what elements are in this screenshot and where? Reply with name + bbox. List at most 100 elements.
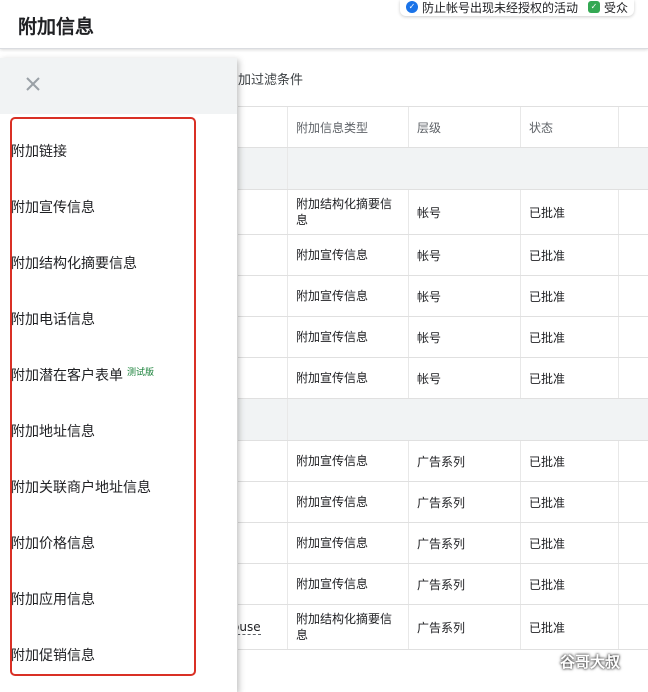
- table-row: 附加宣传信息 广告系列 已批准: [238, 482, 648, 523]
- table-row: 附加宣传信息 广告系列 已批准: [238, 441, 648, 482]
- extension-text-cell[interactable]: [238, 564, 288, 604]
- level-cell: 广告系列: [409, 441, 521, 481]
- status-cell: 已批准: [521, 523, 619, 563]
- extension-type-cell: 附加结构化摘要信息: [288, 605, 409, 649]
- extension-text-cell[interactable]: [238, 441, 288, 481]
- extension-type-cell: 附加宣传信息: [288, 482, 409, 522]
- notice-bar: ✓ 防止帐号出现未经授权的活动 ✓ 受众: [400, 0, 635, 16]
- extension-text-cell[interactable]: [238, 317, 288, 357]
- menu-item-label: 附加地址信息: [11, 424, 95, 440]
- extension-type-cell: 附加宣传信息: [288, 235, 409, 275]
- extension-text-cell[interactable]: [238, 523, 288, 563]
- extension-text-cell[interactable]: [238, 235, 288, 275]
- level-cell: 帐号: [409, 190, 521, 234]
- column-header-type[interactable]: 附加信息类型: [288, 107, 409, 147]
- extension-text-cell[interactable]: [238, 482, 288, 522]
- add-extension-dropdown: 附加链接附加宣传信息附加结构化摘要信息附加电话信息附加潜在客户表单 测试版附加地址…: [0, 58, 237, 692]
- level-cell: 广告系列: [409, 564, 521, 604]
- extension-type-cell: 附加宣传信息: [288, 523, 409, 563]
- status-cell: 已批准: [521, 564, 619, 604]
- check-square-icon: ✓: [588, 1, 601, 13]
- status-cell: 已批准: [521, 482, 619, 522]
- extensions-table: 附加信息类型 层级 状态 s附加结构化摘要信息帐号已批准附加宣传信息帐号已批准附…: [238, 106, 648, 692]
- extra-cell: [619, 523, 648, 563]
- filter-bar: 加过滤条件: [238, 50, 648, 106]
- menu-item-extension-type[interactable]: 附加电话信息: [11, 309, 95, 329]
- status-cell: 已批准: [521, 358, 619, 398]
- column-header-4: [619, 107, 648, 147]
- menu-item-label: 附加价格信息: [11, 536, 95, 552]
- extension-type-cell: 附加宣传信息: [288, 564, 409, 604]
- table-row: 附加宣传信息 帐号 已批准: [238, 235, 648, 276]
- table-body: s附加结构化摘要信息帐号已批准附加宣传信息帐号已批准附加宣传信息帐号已批准附加宣…: [238, 148, 648, 650]
- column-header-0: [238, 107, 288, 147]
- extension-type-cell: 附加宣传信息: [288, 441, 409, 481]
- menu-item-label: 附加关联商户地址信息: [11, 480, 151, 496]
- status-cell: 已批准: [521, 317, 619, 357]
- group-cell: [238, 148, 288, 189]
- menu-item-extension-type[interactable]: 附加促销信息: [11, 645, 95, 665]
- menu-item-extension-type[interactable]: 附加应用信息: [11, 589, 95, 609]
- notice-security[interactable]: ✓ 防止帐号出现未经授权的活动: [406, 0, 578, 16]
- menu-item-extension-type[interactable]: 附加价格信息: [11, 533, 95, 553]
- level-cell: 帐号: [409, 235, 521, 275]
- table-group-row: [238, 148, 648, 190]
- group-cell: [238, 399, 288, 440]
- group-cell: [521, 148, 619, 189]
- group-cell: [619, 148, 648, 189]
- table-row: 附加宣传信息 帐号 已批准: [238, 358, 648, 399]
- notice-audience[interactable]: ✓ 受众: [588, 0, 628, 16]
- wechat-icon: [531, 651, 555, 671]
- watermark: 谷哥大叔: [530, 650, 620, 672]
- level-cell: 广告系列: [409, 482, 521, 522]
- extension-text-cell[interactable]: s: [238, 190, 288, 234]
- extension-type-cell: 附加宣传信息: [288, 317, 409, 357]
- watermark-text: 谷哥大叔: [560, 652, 621, 671]
- table-row: ouse 附加结构化摘要信息广告系列已批准: [238, 605, 648, 650]
- group-cell: [619, 399, 648, 440]
- close-icon[interactable]: [24, 75, 42, 93]
- menu-item-extension-type[interactable]: 附加地址信息: [11, 421, 95, 441]
- extra-cell: [619, 358, 648, 398]
- status-cell: 已批准: [521, 276, 619, 316]
- table-row: 附加宣传信息 广告系列 已批准: [238, 523, 648, 564]
- extension-text-cell[interactable]: ouse: [238, 605, 288, 649]
- table-row: s附加结构化摘要信息帐号已批准: [238, 190, 648, 235]
- page-title: 附加信息: [18, 16, 95, 38]
- column-header-level[interactable]: 层级: [409, 107, 521, 147]
- table-group-row: [238, 399, 648, 441]
- menu-item-label: 附加宣传信息: [11, 200, 95, 216]
- level-cell: 广告系列: [409, 523, 521, 563]
- extra-cell: [619, 564, 648, 604]
- extra-cell: [619, 317, 648, 357]
- group-cell: [288, 399, 409, 440]
- table-row: 附加宣传信息 广告系列 已批准: [238, 564, 648, 605]
- extra-cell: [619, 276, 648, 316]
- extension-type-cell: 附加结构化摘要信息: [288, 190, 409, 234]
- column-header-status[interactable]: 状态: [521, 107, 619, 147]
- notice-audience-label: 受众: [604, 0, 629, 15]
- check-circle-icon: ✓: [406, 1, 418, 13]
- menu-item-extension-type[interactable]: 附加宣传信息: [11, 197, 95, 217]
- add-filter-button[interactable]: 加过滤条件: [238, 69, 303, 88]
- menu-item-extension-type[interactable]: 附加潜在客户表单 测试版: [11, 365, 154, 385]
- group-cell: [521, 399, 619, 440]
- menu-item-extension-type[interactable]: 附加结构化摘要信息: [11, 253, 137, 273]
- extension-text-cell[interactable]: [238, 276, 288, 316]
- extra-cell: [619, 482, 648, 522]
- menu-item-extension-type[interactable]: 附加链接: [11, 141, 67, 161]
- dropdown-header: [0, 58, 237, 114]
- notice-security-label: 防止帐号出现未经授权的活动: [422, 0, 579, 15]
- level-cell: 帐号: [409, 358, 521, 398]
- group-cell: [409, 399, 521, 440]
- table-header-row: 附加信息类型 层级 状态: [238, 106, 648, 148]
- level-cell: 帐号: [409, 276, 521, 316]
- menu-item-label: 附加电话信息: [11, 312, 95, 328]
- table-row: 附加宣传信息 帐号 已批准: [238, 317, 648, 358]
- menu-item-extension-type[interactable]: 附加关联商户地址信息: [11, 477, 151, 497]
- table-row: 附加宣传信息 帐号 已批准: [238, 276, 648, 317]
- extra-cell: [619, 190, 648, 234]
- status-cell: 已批准: [521, 235, 619, 275]
- extension-text-cell[interactable]: [238, 358, 288, 398]
- group-cell: [409, 148, 521, 189]
